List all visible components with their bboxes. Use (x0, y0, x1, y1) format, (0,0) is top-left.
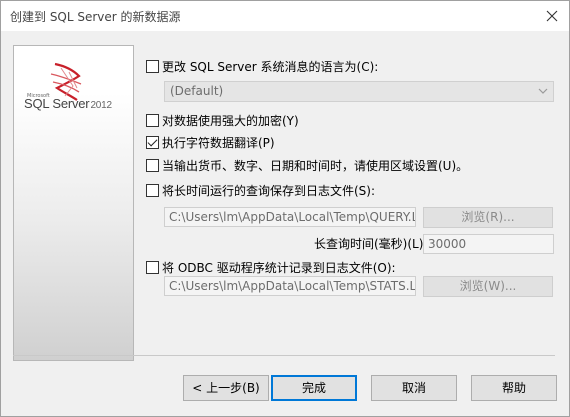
log-long-queries-label: 将长时间运行的查询保存到日志文件(S): (162, 184, 376, 198)
stats-browse-button[interactable]: 浏览(W)... (423, 276, 553, 297)
change-language-checkbox[interactable] (146, 60, 159, 73)
log-long-queries-option[interactable]: 将长时间运行的查询保存到日志文件(S): (146, 182, 375, 199)
language-select-value: (Default) (170, 84, 224, 98)
regional-settings-option[interactable]: 当输出货币、数字、日期和时间时，请使用区域设置(U)。 (146, 157, 468, 174)
finish-button[interactable]: 完成 (271, 375, 357, 401)
footer-divider (13, 355, 555, 356)
log-long-queries-checkbox[interactable] (146, 184, 159, 197)
close-icon (546, 10, 558, 22)
dialog-window: 创建到 SQL Server 的新数据源 Microsoft SQL Serve… (0, 0, 570, 417)
query-time-label: 长查询时间(毫秒)(L): (314, 237, 428, 251)
brand-year: 2012 (90, 100, 112, 111)
regional-settings-label: 当输出货币、数字、日期和时间时，请使用区域设置(U)。 (162, 159, 469, 173)
close-button[interactable] (541, 5, 563, 27)
brand-product: SQL Server2012 (24, 96, 112, 111)
log-odbc-stats-label: 将 ODBC 驱动程序统计记录到日志文件(O): (162, 261, 396, 275)
change-language-label: 更改 SQL Server 系统消息的语言为(C): (162, 60, 379, 74)
log-odbc-stats-checkbox[interactable] (146, 261, 159, 274)
char-translation-label: 执行字符数据翻译(P) (162, 136, 275, 150)
strong-encryption-option[interactable]: 对数据使用强大的加密(Y) (146, 112, 299, 129)
language-select[interactable]: (Default) (164, 81, 554, 102)
help-button[interactable]: 帮助 (471, 375, 557, 401)
char-translation-checkbox[interactable] (146, 136, 159, 149)
brand-panel: Microsoft SQL Server2012 (13, 45, 134, 361)
change-language-option[interactable]: 更改 SQL Server 系统消息的语言为(C): (146, 58, 378, 75)
regional-settings-checkbox[interactable] (146, 159, 159, 172)
stats-log-path-input[interactable]: C:\Users\lm\AppData\Local\Temp\STATS.LOG (164, 276, 416, 296)
window-title: 创建到 SQL Server 的新数据源 (10, 10, 181, 24)
query-browse-button[interactable]: 浏览(R)... (423, 207, 553, 228)
title-bar: 创建到 SQL Server 的新数据源 (1, 1, 569, 31)
query-log-path-input[interactable]: C:\Users\lm\AppData\Local\Temp\QUERY.LOG (164, 207, 416, 227)
log-odbc-stats-option[interactable]: 将 ODBC 驱动程序统计记录到日志文件(O): (146, 259, 396, 276)
strong-encryption-label: 对数据使用强大的加密(Y) (162, 114, 299, 128)
char-translation-option[interactable]: 执行字符数据翻译(P) (146, 134, 275, 151)
cancel-button[interactable]: 取消 (371, 375, 457, 401)
brand-product-name: SQL Server (24, 96, 90, 111)
query-time-input[interactable]: 30000 (423, 234, 554, 254)
chevron-down-icon (538, 88, 548, 94)
back-button[interactable]: < 上一步(B) (183, 375, 269, 401)
strong-encryption-checkbox[interactable] (146, 114, 159, 127)
